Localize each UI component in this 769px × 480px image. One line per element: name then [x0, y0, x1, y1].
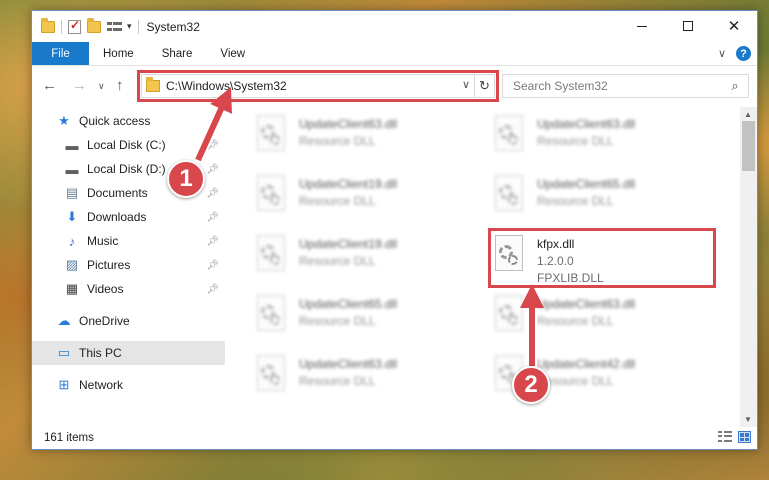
- step-2-badge: 2: [512, 366, 550, 404]
- step-1-badge: 1: [167, 160, 205, 198]
- annotation-arrows: [193, 87, 544, 371]
- arrow-1: [195, 87, 232, 162]
